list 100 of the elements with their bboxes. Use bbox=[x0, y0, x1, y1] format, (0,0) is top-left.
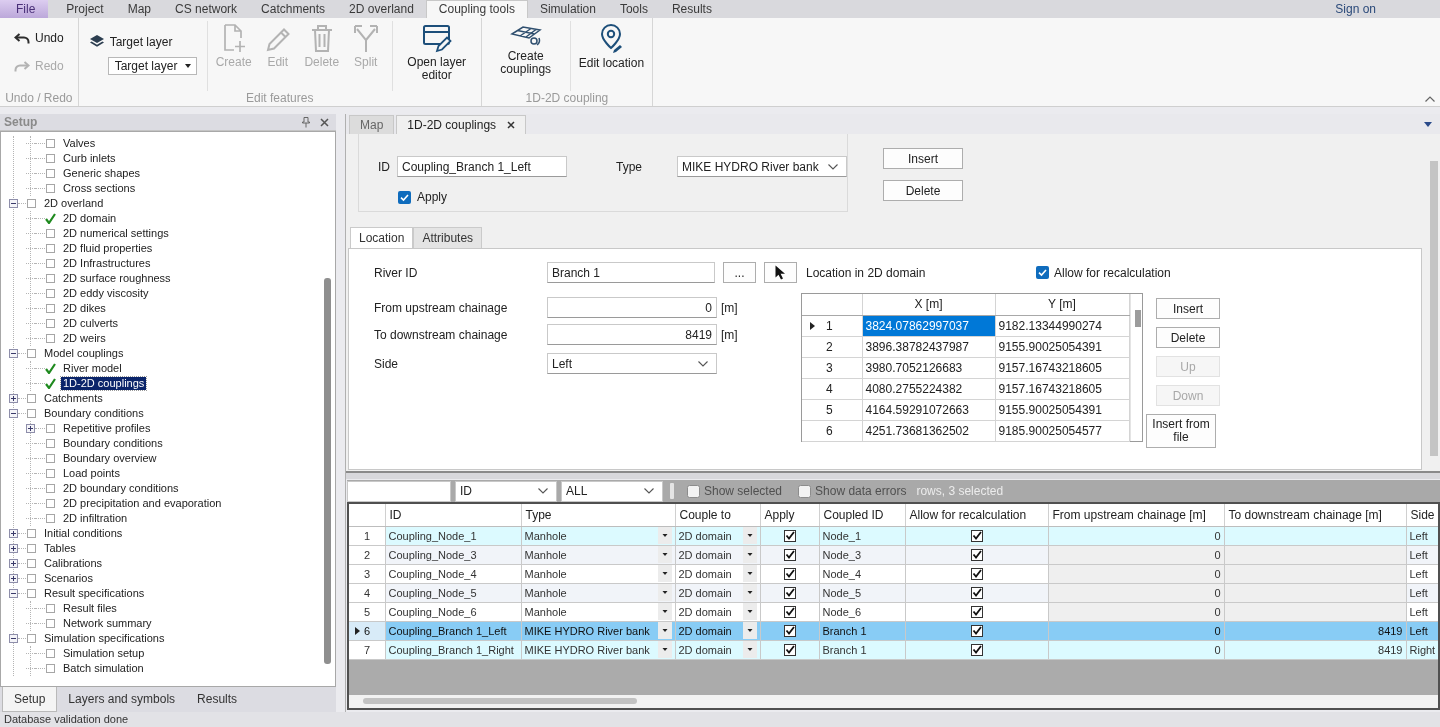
type-dropdown[interactable]: MIKE HYDRO River bank bbox=[677, 156, 847, 177]
tree-item[interactable]: Tables bbox=[42, 542, 78, 555]
checkbox[interactable] bbox=[783, 548, 796, 561]
tree-checkbox[interactable] bbox=[46, 484, 55, 493]
tree-checkbox[interactable] bbox=[46, 469, 55, 478]
caret-down-icon[interactable] bbox=[657, 527, 672, 544]
dropdown-cell[interactable]: 2D domain bbox=[675, 640, 760, 659]
value-dropdown[interactable]: ALL bbox=[561, 480, 663, 502]
column-header[interactable]: Apply bbox=[760, 504, 819, 526]
tree-checkbox[interactable] bbox=[27, 409, 36, 418]
tree-checkbox[interactable] bbox=[27, 634, 36, 643]
grid-button[interactable]: Insert bbox=[1156, 298, 1220, 319]
tree-item[interactable]: Boundary conditions bbox=[61, 437, 165, 450]
tree-item[interactable]: 2D weirs bbox=[61, 332, 108, 345]
tree-item[interactable]: Calibrations bbox=[42, 557, 105, 570]
tree-item[interactable]: Load points bbox=[61, 467, 122, 480]
tree-checkbox[interactable] bbox=[27, 589, 36, 598]
target-layer-dropdown[interactable]: Target layer bbox=[107, 57, 197, 75]
dropdown-cell[interactable]: Manhole bbox=[521, 602, 675, 621]
row-header[interactable]: 3 bbox=[802, 357, 862, 378]
table-cell[interactable]: 9182.13344990274 bbox=[995, 315, 1129, 336]
tree-checkbox[interactable] bbox=[46, 454, 55, 463]
caret-down-icon[interactable] bbox=[742, 565, 757, 582]
tick-icon[interactable] bbox=[45, 378, 56, 389]
checkbox[interactable] bbox=[798, 484, 812, 498]
dropdown-cell[interactable]: 2D domain bbox=[675, 526, 760, 545]
row-header[interactable]: 4 bbox=[802, 378, 862, 399]
checkbox[interactable] bbox=[783, 529, 796, 542]
collapse-icon[interactable] bbox=[9, 199, 18, 208]
tick-icon[interactable] bbox=[45, 213, 56, 224]
tree-checkbox[interactable] bbox=[46, 439, 55, 448]
tree-checkbox[interactable] bbox=[46, 274, 55, 283]
form-button[interactable]: Insert bbox=[883, 148, 963, 169]
ribbon-tab[interactable]: Map bbox=[115, 0, 164, 18]
checkbox[interactable] bbox=[687, 484, 700, 498]
detail-tab[interactable]: Location bbox=[350, 227, 414, 248]
dropdown-cell[interactable]: MIKE HYDRO River bank bbox=[521, 640, 675, 659]
scrollbar[interactable] bbox=[349, 695, 1438, 708]
form-button[interactable]: Delete bbox=[883, 180, 963, 201]
ribbon-tab[interactable]: Project bbox=[54, 0, 116, 18]
grid-button[interactable]: Delete bbox=[1156, 327, 1220, 348]
checkbox[interactable] bbox=[783, 624, 796, 637]
column-header[interactable]: Couple to bbox=[675, 504, 760, 526]
column-header[interactable]: Side bbox=[1406, 504, 1438, 526]
dropdown-cell[interactable]: 2D domain bbox=[675, 564, 760, 583]
tree-checkbox[interactable] bbox=[46, 259, 55, 268]
panel-tab[interactable]: Layers and symbols bbox=[57, 687, 187, 712]
pin-icon[interactable] bbox=[302, 116, 310, 128]
caret-down-icon[interactable] bbox=[742, 527, 757, 544]
caret-down-icon[interactable] bbox=[742, 622, 757, 639]
ribbon-tab[interactable]: Tools bbox=[607, 0, 660, 18]
tree-checkbox[interactable] bbox=[46, 244, 55, 253]
ribbon-tab[interactable]: Catchments bbox=[249, 0, 338, 18]
table-cell[interactable]: 9185.90025054577 bbox=[995, 420, 1129, 441]
collapse-icon[interactable] bbox=[9, 634, 18, 643]
tree-item[interactable]: 1D-2D couplings bbox=[61, 377, 147, 390]
row-header[interactable]: 2 bbox=[802, 336, 862, 357]
dropdown-cell[interactable]: 2D domain bbox=[675, 545, 760, 564]
caret-down-icon[interactable] bbox=[657, 546, 672, 563]
table-cell[interactable]: 9157.16743218605 bbox=[995, 378, 1129, 399]
tree-item[interactable]: 2D surface roughness bbox=[61, 272, 173, 285]
document-tab[interactable]: 1D-2D couplings bbox=[396, 115, 527, 134]
dropdown-cell[interactable]: Manhole bbox=[521, 583, 675, 602]
tree-item[interactable]: Result specifications bbox=[42, 587, 147, 600]
tree-checkbox[interactable] bbox=[46, 664, 55, 673]
tree-item[interactable]: Network summary bbox=[61, 617, 154, 630]
tree-checkbox[interactable] bbox=[27, 349, 36, 358]
tree-checkbox[interactable] bbox=[46, 649, 55, 658]
column-header[interactable]: Y [m] bbox=[995, 294, 1129, 315]
tree-item[interactable]: Simulation setup bbox=[61, 647, 147, 660]
tree-checkbox[interactable] bbox=[46, 304, 55, 313]
ribbon-tab[interactable]: Coupling tools bbox=[425, 0, 528, 18]
checkbox[interactable] bbox=[970, 624, 983, 637]
checkbox[interactable] bbox=[783, 643, 796, 656]
checkbox[interactable] bbox=[970, 529, 983, 542]
panel-tab[interactable]: Setup bbox=[2, 687, 58, 712]
table-cell[interactable]: 4251.73681362502 bbox=[862, 420, 995, 441]
ribbon-button[interactable]: Undo bbox=[12, 29, 66, 47]
dropdown-cell[interactable]: Manhole bbox=[521, 526, 675, 545]
expand-icon[interactable] bbox=[9, 544, 18, 553]
column-header[interactable]: To downstream chainage [m] bbox=[1224, 504, 1406, 526]
tree-item[interactable]: River model bbox=[61, 362, 124, 375]
row-header[interactable]: 5 bbox=[802, 399, 862, 420]
ribbon-button[interactable]: Open layer editor bbox=[396, 21, 477, 82]
detail-tab[interactable]: Attributes bbox=[413, 227, 483, 248]
checkbox[interactable] bbox=[398, 190, 411, 204]
tree-item[interactable]: Repetitive profiles bbox=[61, 422, 153, 435]
tree-item[interactable]: Generic shapes bbox=[61, 167, 143, 180]
tree-item[interactable]: 2D boundary conditions bbox=[61, 482, 181, 495]
tree-item[interactable]: Result files bbox=[61, 602, 119, 615]
document-tab[interactable]: Map bbox=[349, 115, 395, 134]
checkbox[interactable] bbox=[970, 605, 983, 618]
table-cell[interactable]: 4164.59291072663 bbox=[862, 399, 995, 420]
expand-icon[interactable] bbox=[9, 559, 18, 568]
tree-item[interactable]: 2D eddy viscosity bbox=[61, 287, 151, 300]
checkbox[interactable] bbox=[1036, 266, 1049, 279]
dropdown-cell[interactable]: 2D domain bbox=[675, 621, 760, 640]
table-cell[interactable]: 9155.90025054391 bbox=[995, 336, 1129, 357]
checkbox[interactable] bbox=[970, 586, 983, 599]
tree-checkbox[interactable] bbox=[27, 559, 36, 568]
